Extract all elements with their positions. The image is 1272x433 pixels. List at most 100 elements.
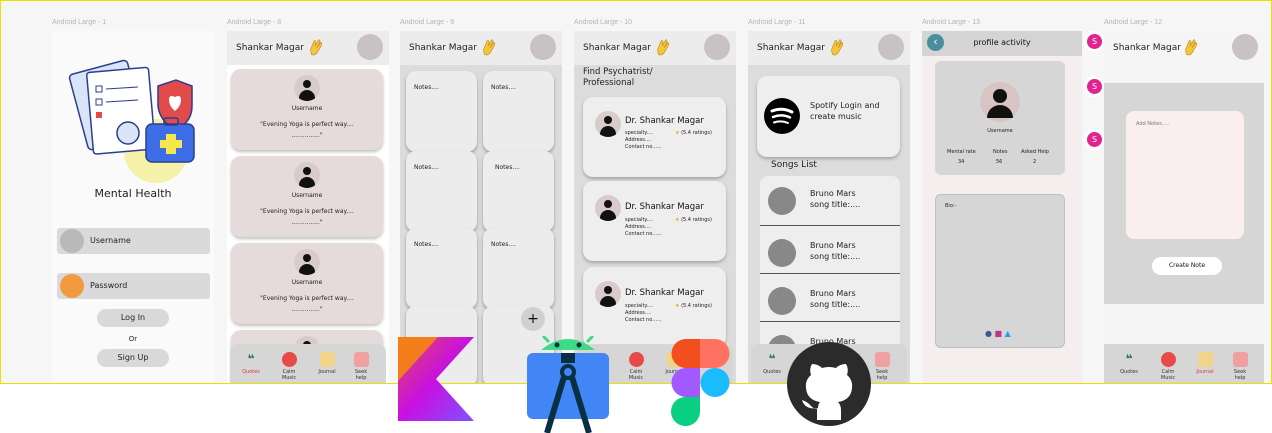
song-artist: Bruno Mars [810, 189, 856, 198]
password-field[interactable]: Password [57, 273, 210, 299]
song-title: song title:.... [810, 300, 861, 309]
doctor-address: Address.... [625, 137, 652, 143]
profile-screen: ‹ profile activity Username Mental rate … [922, 31, 1082, 383]
help-icon [1232, 352, 1248, 367]
waving-hand-icon [657, 39, 670, 56]
quote-card[interactable]: Username "Evening Yoga is perfect way...… [231, 69, 383, 150]
rating-text: (5.4 ratings) [681, 303, 712, 309]
nav-label: Seek help [1233, 369, 1247, 381]
nav-journal[interactable]: Journal [314, 352, 340, 375]
instagram-icon[interactable]: ■ [995, 329, 1003, 338]
facebook-icon[interactable]: ● [985, 329, 992, 338]
header: Shankar Magar [400, 31, 562, 65]
quote-icon: ❝ [1125, 352, 1133, 366]
album-art [768, 239, 796, 267]
frame-label: Android Large - 9 [400, 19, 455, 26]
doctor-card[interactable]: Dr. Shankar Magar specialty.... ★ (5.4 r… [583, 181, 726, 261]
nav-calm-music[interactable]: Calm Music [1155, 352, 1181, 381]
doctor-specialty: specialty.... [625, 130, 654, 136]
divider [760, 321, 900, 322]
nav-calm-music[interactable]: Calm Music [623, 352, 649, 381]
nav-calm-music[interactable]: Calm Music [276, 352, 302, 381]
quote-card[interactable]: Username "Evening Yoga is perfect way...… [231, 243, 383, 324]
spotify-text: Spotify Login and create music [810, 101, 880, 121]
add-note-button[interactable]: + [521, 307, 545, 331]
profile-avatar[interactable] [357, 34, 383, 60]
song-item[interactable]: Bruno Mars song title:.... [760, 232, 900, 272]
header: ‹ profile activity [922, 31, 1082, 56]
note-text: Notes.... [414, 84, 439, 91]
nav-quotes[interactable]: ❝ Quotes [1116, 352, 1142, 375]
song-item[interactable]: Bruno Mars song title:.... [760, 280, 900, 320]
s-badge: S [1087, 132, 1102, 147]
quote-card[interactable]: Username "Evening Yoga is perfect way...… [231, 156, 383, 237]
nav-seek-help[interactable]: Seek help [1227, 352, 1253, 381]
card-quote-end: ..............." [291, 306, 323, 313]
password-label: Password [90, 281, 128, 290]
album-art [768, 187, 796, 215]
help-icon [874, 352, 890, 367]
twitter-icon[interactable]: ▲ [1005, 329, 1011, 338]
nav-journal[interactable]: Journal [1192, 352, 1218, 375]
journal-icon [1197, 352, 1213, 367]
profile-avatar[interactable] [530, 34, 556, 60]
note-card[interactable]: Notes.... [406, 71, 477, 152]
doctor-name: Dr. Shankar Magar [625, 116, 704, 126]
note-text: Notes.... [414, 241, 439, 248]
header: Shankar Magar [1104, 31, 1264, 83]
spotify-card[interactable]: Spotify Login and create music [757, 76, 900, 157]
note-card[interactable]: Notes.... [483, 71, 554, 152]
note-input[interactable]: Add Notes..... [1126, 111, 1244, 239]
header: Shankar Magar [748, 31, 910, 65]
doctor-address: Address.... [625, 310, 652, 316]
doctor-avatar-icon [595, 111, 621, 137]
bio-card: Bio:- ● ■ ▲ [935, 194, 1065, 348]
card-username: Username [291, 279, 323, 286]
login-button[interactable]: Log In [97, 309, 169, 327]
note-card[interactable]: Notes.... [406, 151, 477, 232]
username-field[interactable]: Username [57, 228, 210, 254]
profile-avatar[interactable] [704, 34, 730, 60]
s-badge: S [1087, 79, 1102, 94]
create-note-screen: Shankar Magar Add Notes..... Create Note… [1104, 31, 1264, 383]
header: Shankar Magar [227, 31, 389, 65]
user-avatar-icon [294, 162, 320, 188]
doctor-avatar-icon [595, 195, 621, 221]
nav-quotes[interactable]: ❝ Quotes [238, 352, 264, 375]
card-username: Username [291, 192, 323, 199]
song-item[interactable]: Bruno Mars song title:.... [760, 180, 900, 220]
divider [760, 273, 900, 274]
user-name: Shankar Magar [236, 43, 304, 53]
nav-label: Journal [1196, 369, 1214, 375]
note-card[interactable]: Notes.... [406, 228, 477, 309]
music-icon [628, 352, 644, 367]
profile-title: profile activity [973, 38, 1031, 47]
profile-avatar[interactable] [878, 34, 904, 60]
profile-avatar[interactable] [1232, 34, 1258, 60]
song-title: song title:.... [810, 200, 861, 209]
nav-label: Calm Music [1160, 369, 1176, 381]
nav-quotes[interactable]: ❝ Quotes [759, 352, 785, 375]
user-icon [60, 229, 84, 253]
frame-label: Android Large - 11 [748, 19, 806, 26]
waving-hand-icon [310, 39, 323, 56]
kotlin-logo-icon [398, 337, 474, 421]
doctor-card[interactable]: Dr. Shankar Magar specialty.... ★ (5.4 r… [583, 267, 726, 347]
note-card[interactable]: Notes.... [483, 228, 554, 309]
nav-seek-help[interactable]: Seek help [348, 352, 374, 381]
create-note-button[interactable]: Create Note [1152, 257, 1222, 275]
profile-avatar-icon [980, 82, 1020, 122]
stat-value: 34 [958, 159, 965, 165]
stat-value: 56 [996, 159, 1003, 165]
note-card[interactable]: Notes.... [483, 151, 554, 232]
feed-screen: Shankar Magar Username "Evening Yoga is … [227, 31, 389, 383]
bottom-strip [1104, 304, 1264, 344]
nav-label: Calm Music [628, 369, 644, 381]
card-username: Username [291, 105, 323, 112]
song-artist: Bruno Mars [810, 241, 856, 250]
user-avatar-icon [294, 75, 320, 101]
nav-seek-help[interactable]: Seek help [869, 352, 895, 381]
signup-button[interactable]: Sign Up [97, 349, 169, 367]
doctor-card[interactable]: Dr. Shankar Magar specialty.... ★ (5.4 r… [583, 97, 726, 177]
doctor-rating: ★ (5.4 ratings) [675, 130, 712, 136]
